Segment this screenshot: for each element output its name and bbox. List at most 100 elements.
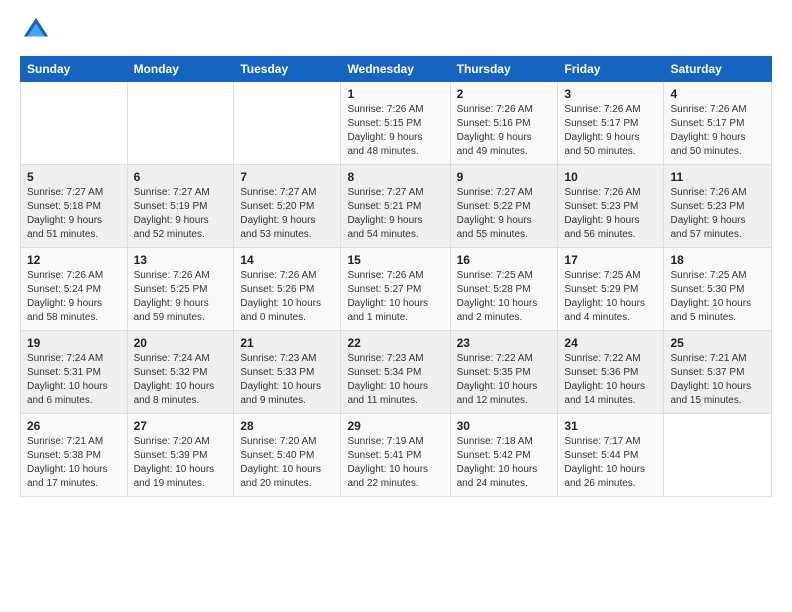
day-cell: 11 Sunrise: 7:26 AM Sunset: 5:23 PM Dayli… [664,165,772,248]
day-info: Sunrise: 7:26 AM Sunset: 5:15 PM Dayligh… [347,103,443,159]
day-info: Sunrise: 7:19 AM Sunset: 5:41 PM Dayligh… [347,435,443,491]
day-number: 5 [27,170,121,184]
day-cell: 10 Sunrise: 7:26 AM Sunset: 5:23 PM Dayli… [558,165,664,248]
day-cell: 23Sunrise: 7:22 AM Sunset: 5:35 PM Dayli… [450,331,558,414]
logo [20,16,50,44]
day-cell: 29 Sunrise: 7:19 AM Sunset: 5:41 PM Dayli… [341,414,450,497]
day-cell [21,82,128,165]
day-cell: 2 Sunrise: 7:26 AM Sunset: 5:16 PM Daylig… [450,82,558,165]
day-cell: 21Sunrise: 7:23 AM Sunset: 5:33 PM Dayli… [234,331,341,414]
day-number: 13 [134,253,228,267]
day-number: 27 [134,419,228,433]
weekday-monday: Monday [127,57,234,82]
day-cell: 19Sunrise: 7:24 AM Sunset: 5:31 PM Dayli… [21,331,128,414]
day-cell: 24 Sunrise: 7:22 AM Sunset: 5:36 PM Dayli… [558,331,664,414]
day-cell: 25 Sunrise: 7:21 AM Sunset: 5:37 PM Dayli… [664,331,772,414]
day-cell: 6Sunrise: 7:27 AM Sunset: 5:19 PM Daylig… [127,165,234,248]
day-info: Sunrise: 7:20 AM Sunset: 5:40 PM Dayligh… [240,435,334,491]
week-row-2: 12 Sunrise: 7:26 AM Sunset: 5:24 PM Dayli… [21,248,772,331]
day-number: 4 [670,87,765,101]
week-row-1: 5 Sunrise: 7:27 AM Sunset: 5:18 PM Daylig… [21,165,772,248]
weekday-saturday: Saturday [664,57,772,82]
day-number: 30 [457,419,552,433]
day-cell: 12 Sunrise: 7:26 AM Sunset: 5:24 PM Dayli… [21,248,128,331]
day-info: Sunrise: 7:22 AM Sunset: 5:35 PM Dayligh… [457,352,552,408]
day-number: 31 [564,419,657,433]
day-info: Sunrise: 7:26 AM Sunset: 5:26 PM Dayligh… [240,269,334,325]
day-cell: 8Sunrise: 7:27 AM Sunset: 5:21 PM Daylig… [341,165,450,248]
day-cell [127,82,234,165]
day-cell [234,82,341,165]
day-number: 1 [347,87,443,101]
day-info: Sunrise: 7:23 AM Sunset: 5:34 PM Dayligh… [347,352,443,408]
day-number: 14 [240,253,334,267]
day-cell: 3 Sunrise: 7:26 AM Sunset: 5:17 PM Daylig… [558,82,664,165]
day-info: Sunrise: 7:18 AM Sunset: 5:42 PM Dayligh… [457,435,552,491]
page: SundayMondayTuesdayWednesdayThursdayFrid… [0,0,792,513]
day-info: Sunrise: 7:27 AM Sunset: 5:18 PM Dayligh… [27,186,121,242]
day-info: Sunrise: 7:26 AM Sunset: 5:23 PM Dayligh… [564,186,657,242]
day-number: 28 [240,419,334,433]
day-info: Sunrise: 7:27 AM Sunset: 5:20 PM Dayligh… [240,186,334,242]
day-info: Sunrise: 7:26 AM Sunset: 5:16 PM Dayligh… [457,103,552,159]
day-cell: 17 Sunrise: 7:25 AM Sunset: 5:29 PM Dayli… [558,248,664,331]
day-info: Sunrise: 7:22 AM Sunset: 5:36 PM Dayligh… [564,352,657,408]
day-info: Sunrise: 7:26 AM Sunset: 5:25 PM Dayligh… [134,269,228,325]
day-cell: 13 Sunrise: 7:26 AM Sunset: 5:25 PM Dayli… [127,248,234,331]
day-cell: 18 Sunrise: 7:25 AM Sunset: 5:30 PM Dayli… [664,248,772,331]
logo-icon [22,16,50,44]
day-info: Sunrise: 7:26 AM Sunset: 5:17 PM Dayligh… [564,103,657,159]
day-info: Sunrise: 7:21 AM Sunset: 5:38 PM Dayligh… [27,435,121,491]
day-info: Sunrise: 7:26 AM Sunset: 5:24 PM Dayligh… [27,269,121,325]
day-cell: 30 Sunrise: 7:18 AM Sunset: 5:42 PM Dayli… [450,414,558,497]
day-number: 17 [564,253,657,267]
day-number: 12 [27,253,121,267]
day-info: Sunrise: 7:17 AM Sunset: 5:44 PM Dayligh… [564,435,657,491]
day-info: Sunrise: 7:27 AM Sunset: 5:22 PM Dayligh… [457,186,552,242]
header [20,16,772,44]
day-cell: 31 Sunrise: 7:17 AM Sunset: 5:44 PM Dayli… [558,414,664,497]
day-info: Sunrise: 7:25 AM Sunset: 5:29 PM Dayligh… [564,269,657,325]
weekday-header-row: SundayMondayTuesdayWednesdayThursdayFrid… [21,57,772,82]
day-cell: 14 Sunrise: 7:26 AM Sunset: 5:26 PM Dayli… [234,248,341,331]
day-cell: 27Sunrise: 7:20 AM Sunset: 5:39 PM Dayli… [127,414,234,497]
day-number: 9 [457,170,552,184]
day-number: 3 [564,87,657,101]
weekday-thursday: Thursday [450,57,558,82]
day-cell: 1 Sunrise: 7:26 AM Sunset: 5:15 PM Daylig… [341,82,450,165]
day-cell: 26 Sunrise: 7:21 AM Sunset: 5:38 PM Dayli… [21,414,128,497]
day-info: Sunrise: 7:25 AM Sunset: 5:28 PM Dayligh… [457,269,552,325]
day-number: 11 [670,170,765,184]
day-number: 24 [564,336,657,350]
day-info: Sunrise: 7:27 AM Sunset: 5:19 PM Dayligh… [134,186,228,242]
weekday-tuesday: Tuesday [234,57,341,82]
day-info: Sunrise: 7:23 AM Sunset: 5:33 PM Dayligh… [240,352,334,408]
day-cell: 16 Sunrise: 7:25 AM Sunset: 5:28 PM Dayli… [450,248,558,331]
day-info: Sunrise: 7:26 AM Sunset: 5:23 PM Dayligh… [670,186,765,242]
day-info: Sunrise: 7:21 AM Sunset: 5:37 PM Dayligh… [670,352,765,408]
calendar: SundayMondayTuesdayWednesdayThursdayFrid… [20,56,772,497]
day-number: 8 [347,170,443,184]
week-row-0: 1 Sunrise: 7:26 AM Sunset: 5:15 PM Daylig… [21,82,772,165]
day-cell: 20Sunrise: 7:24 AM Sunset: 5:32 PM Dayli… [127,331,234,414]
day-info: Sunrise: 7:24 AM Sunset: 5:32 PM Dayligh… [134,352,228,408]
day-number: 10 [564,170,657,184]
day-cell: 15 Sunrise: 7:26 AM Sunset: 5:27 PM Dayli… [341,248,450,331]
day-info: Sunrise: 7:25 AM Sunset: 5:30 PM Dayligh… [670,269,765,325]
week-row-4: 26 Sunrise: 7:21 AM Sunset: 5:38 PM Dayli… [21,414,772,497]
day-cell [664,414,772,497]
day-cell: 5 Sunrise: 7:27 AM Sunset: 5:18 PM Daylig… [21,165,128,248]
day-number: 25 [670,336,765,350]
day-info: Sunrise: 7:24 AM Sunset: 5:31 PM Dayligh… [27,352,121,408]
day-number: 15 [347,253,443,267]
day-number: 18 [670,253,765,267]
day-number: 29 [347,419,443,433]
day-number: 2 [457,87,552,101]
day-cell: 9 Sunrise: 7:27 AM Sunset: 5:22 PM Daylig… [450,165,558,248]
weekday-wednesday: Wednesday [341,57,450,82]
day-cell: 7Sunrise: 7:27 AM Sunset: 5:20 PM Daylig… [234,165,341,248]
day-number: 16 [457,253,552,267]
day-number: 26 [27,419,121,433]
day-info: Sunrise: 7:26 AM Sunset: 5:17 PM Dayligh… [670,103,765,159]
day-info: Sunrise: 7:26 AM Sunset: 5:27 PM Dayligh… [347,269,443,325]
